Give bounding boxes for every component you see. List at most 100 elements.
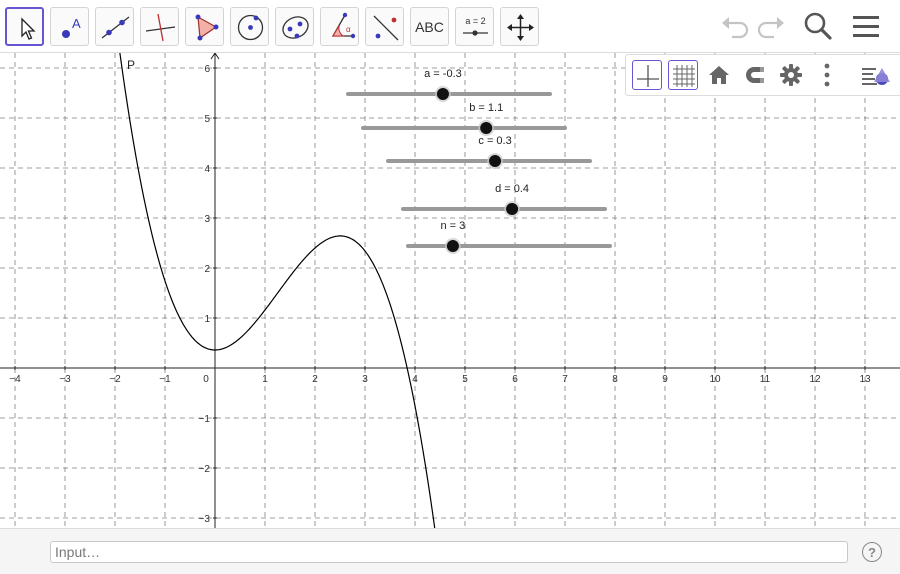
point-capturing-magnet-icon	[746, 67, 764, 83]
svg-text:A: A	[72, 16, 81, 31]
slider[interactable]	[386, 153, 592, 169]
x-tick-label: 12	[809, 374, 821, 385]
slider-label: c = 0.3	[478, 135, 512, 147]
polygon-icon	[195, 14, 219, 41]
show-grid-button[interactable]	[668, 60, 698, 90]
graphics-settings-button[interactable]	[776, 60, 806, 90]
slider-label: d = 0.4	[495, 183, 530, 195]
x-tick-label: 0	[203, 374, 209, 385]
input-help-button[interactable]: ?	[862, 542, 882, 562]
x-tick-label: 6	[512, 374, 518, 385]
y-tick-label: −1	[199, 414, 211, 425]
slider-label: b = 1.1	[469, 102, 504, 114]
x-tick-label: 5	[462, 374, 468, 385]
angle-tool-button[interactable]: α	[320, 7, 359, 46]
toolbar: A α ABC a = 2	[0, 0, 900, 53]
point-capturing-button[interactable]	[740, 60, 770, 90]
redo-icon	[757, 17, 784, 39]
redo-button[interactable]	[754, 10, 788, 44]
angle-icon: α	[331, 12, 356, 39]
reflect-tool-button[interactable]	[365, 7, 404, 46]
text-icon: ABC	[415, 18, 444, 35]
graphics-view[interactable]: −4 −3 −2 −1 0 1 2 3 4 5 6 7 8 9 10 11 12 13 6 5 4 3 2 1 −1 −2 −3 P…	[0, 53, 900, 528]
slider-knob[interactable]	[436, 88, 449, 100]
slider[interactable]	[346, 86, 552, 102]
slider-tool-button[interactable]: a = 2	[455, 7, 494, 46]
circle-center-point-icon	[237, 14, 264, 41]
polygon-tool-button[interactable]	[185, 7, 224, 46]
move-arrows-icon	[507, 14, 534, 41]
slider-knob[interactable]	[480, 122, 493, 134]
x-tick-label: −2	[109, 374, 121, 385]
x-tick-label: −1	[159, 374, 171, 385]
search-button[interactable]	[801, 10, 835, 44]
more-options-button[interactable]	[812, 60, 842, 90]
slider-knob[interactable]	[446, 240, 459, 252]
reflect-about-line-icon	[373, 15, 399, 41]
style-bar-toggle-icon	[862, 68, 890, 85]
perpendicular-line-icon	[145, 13, 176, 42]
graphics-style-bar	[625, 54, 900, 96]
perpendicular-line-tool-button[interactable]	[140, 7, 179, 46]
y-tick-label: 1	[204, 314, 210, 325]
x-tick-label: 11	[760, 374, 771, 385]
undo-button[interactable]	[718, 10, 752, 44]
style-bar-toggle-button[interactable]	[858, 60, 890, 90]
grid	[0, 53, 900, 528]
point-tool-button[interactable]: A	[50, 7, 89, 46]
undo-icon	[722, 17, 749, 39]
slider[interactable]	[361, 120, 567, 136]
x-tick-label: 10	[709, 374, 721, 385]
slider[interactable]	[406, 238, 612, 254]
home-icon	[709, 66, 729, 84]
standard-view-button[interactable]	[704, 60, 734, 90]
y-tick-label: 4	[204, 164, 210, 175]
conic-tool-button[interactable]	[275, 7, 314, 46]
show-grid-icon	[673, 65, 695, 87]
x-tick-label: 1	[262, 374, 268, 385]
graphics-canvas[interactable]: −4 −3 −2 −1 0 1 2 3 4 5 6 7 8 9 10 11 12 13654321−1−2−3 P	[0, 53, 900, 528]
menu-icon	[853, 16, 879, 37]
show-axes-button[interactable]	[632, 60, 662, 90]
slider-knob[interactable]	[489, 155, 502, 167]
slider-icon: a = 2	[463, 16, 488, 36]
input-bar: ?	[0, 528, 900, 574]
y-tick-label: 6	[204, 64, 210, 75]
svg-text:a = 2: a = 2	[465, 16, 485, 26]
text-tool-button[interactable]: ABC	[410, 7, 449, 46]
x-tick-label: 13	[859, 374, 871, 385]
slider-label: a = -0.3	[424, 68, 462, 80]
move-graphics-view-tool-button[interactable]	[500, 7, 539, 46]
more-vertical-icon	[824, 63, 830, 87]
function-graph-p[interactable]	[119, 53, 436, 528]
main-menu-button[interactable]	[849, 10, 883, 44]
settings-gear-icon	[780, 64, 802, 86]
x-tick-label: 7	[562, 374, 568, 385]
x-tick-label: 9	[662, 374, 668, 385]
show-axes-icon	[637, 65, 659, 87]
circle-tool-button[interactable]	[230, 7, 269, 46]
line-tool-button[interactable]	[95, 7, 134, 46]
slider-knob[interactable]	[506, 203, 519, 215]
algebra-input-field[interactable]	[50, 541, 848, 563]
search-icon	[804, 12, 832, 40]
y-tick-label: 2	[204, 264, 210, 275]
slider-label: n = 3	[440, 220, 466, 232]
y-tick-label: −3	[199, 514, 211, 525]
y-tick-label: 5	[204, 114, 210, 125]
y-tick-label: −2	[199, 464, 211, 475]
slider[interactable]	[401, 201, 607, 217]
x-tick-label: −3	[59, 374, 71, 385]
ellipse-icon	[282, 16, 309, 39]
svg-text:α: α	[346, 25, 351, 34]
point-icon: A	[62, 16, 81, 38]
arrow-cursor-icon	[21, 17, 36, 40]
x-tick-label: 3	[362, 374, 368, 385]
x-tick-label: −4	[9, 374, 21, 385]
line-through-points-icon	[101, 16, 130, 39]
x-tick-label: 4	[412, 374, 418, 385]
move-tool-button[interactable]	[5, 7, 44, 46]
tick-labels: −4 −3 −2 −1 0 1 2 3 4 5 6 7 8 9 10 11 12 13654321−1−2−3	[9, 64, 871, 525]
function-label: P	[127, 58, 135, 72]
x-tick-label: 2	[312, 374, 318, 385]
